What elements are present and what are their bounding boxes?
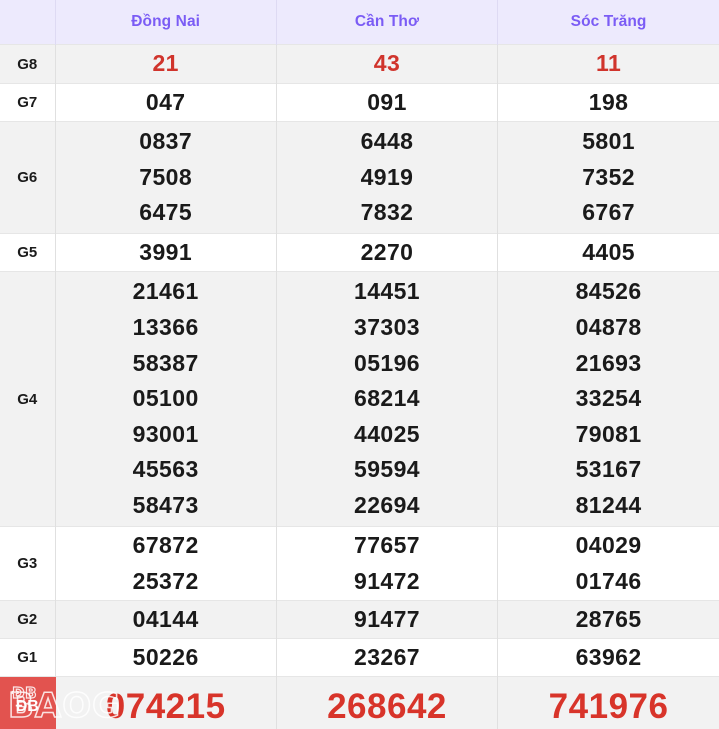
prize-value-g4-soc-trang: 84526 04878 21693 33254 79081 53167 8124… (497, 271, 719, 527)
prize-value-g3-soc-trang: 04029 01746 (497, 526, 719, 601)
prize-value-g8-dong-nai: 21 (55, 44, 277, 84)
table-row: G8 21 43 11 (0, 44, 719, 84)
prize-value-g5-can-tho: 2270 (276, 233, 499, 272)
table-header: Đồng Nai Cần Thơ Sóc Trăng (0, 0, 719, 45)
prize-label-g4: G4 (0, 271, 56, 527)
prize-number: 6475 (139, 199, 193, 226)
prize-number: 05196 (354, 349, 420, 376)
prize-value-g8-can-tho: 43 (276, 44, 499, 84)
table-row: G7 047 091 198 (0, 83, 719, 122)
prize-value-g1-can-tho: 23267 (276, 638, 499, 677)
prize-label-g7: G7 (0, 83, 56, 122)
prize-value-g2-dong-nai: 04144 (55, 600, 277, 639)
prize-value-db-soc-trang: 741976 (497, 676, 719, 729)
prize-value-g6-dong-nai: 0837 7508 6475 (55, 121, 277, 234)
prize-number: 4919 (360, 163, 414, 190)
prize-number: 5801 (582, 128, 635, 155)
prize-value-g1-soc-trang: 63962 (497, 638, 719, 677)
prize-value-g8-soc-trang: 11 (497, 44, 719, 84)
prize-value-g4-can-tho: 14451 37303 05196 68214 44025 59594 2269… (276, 271, 499, 527)
table-row: G6 0837 7508 6475 6448 4919 7832 5801 73… (0, 121, 719, 234)
prize-value-g7-soc-trang: 198 (497, 83, 719, 122)
prize-value-db-can-tho: 268642 (276, 676, 499, 729)
prize-number: 37303 (354, 313, 420, 340)
prize-number: 05100 (132, 385, 199, 412)
prize-value-g3-can-tho: 77657 91472 (276, 526, 499, 601)
table-row: G3 67872 25372 77657 91472 04029 01746 (0, 526, 719, 601)
prize-value-g3-dong-nai: 67872 25372 (55, 526, 277, 601)
prize-value-g6-can-tho: 6448 4919 7832 (276, 121, 499, 234)
prize-value-g5-dong-nai: 3991 (55, 233, 277, 272)
prize-number: 67872 (132, 531, 199, 558)
prize-number: 13366 (132, 313, 199, 340)
lottery-results-panel: Đồng Nai Cần Thơ Sóc Trăng G8 21 43 11 G… (0, 0, 719, 729)
header-province-dong-nai[interactable]: Đồng Nai (55, 0, 277, 45)
prize-value-g1-dong-nai: 50226 (55, 638, 277, 677)
prize-value-g7-can-tho: 091 (276, 83, 499, 122)
prize-number: 7832 (360, 199, 414, 226)
prize-number: 91472 (354, 567, 420, 594)
prize-number: 6767 (582, 199, 635, 226)
prize-number: 45563 (132, 456, 199, 483)
lottery-results-table: Đồng Nai Cần Thơ Sóc Trăng G8 21 43 11 G… (0, 0, 719, 729)
table-row: G1 50226 23267 63962 (0, 638, 719, 677)
prize-number: 53167 (575, 456, 642, 483)
prize-value-g6-soc-trang: 5801 7352 6767 (497, 121, 719, 234)
prize-number: 58387 (132, 349, 199, 376)
header-row: Đồng Nai Cần Thơ Sóc Trăng (0, 0, 719, 45)
prize-label-g1: G1 (0, 638, 56, 677)
prize-value-g2-can-tho: 91477 (276, 600, 499, 639)
prize-number: 04029 (575, 531, 642, 558)
prize-number: 14451 (354, 278, 420, 305)
prize-label-g6: G6 (0, 121, 56, 234)
prize-number: 21461 (132, 278, 199, 305)
prize-value-g7-dong-nai: 047 (55, 83, 277, 122)
prize-number: 33254 (575, 385, 642, 412)
prize-number: 21693 (575, 349, 642, 376)
table-row: G4 21461 13366 58387 05100 93001 45563 5… (0, 271, 719, 527)
prize-label-g2: G2 (0, 600, 56, 639)
prize-number: 44025 (354, 420, 420, 447)
prize-number: 6448 (360, 128, 414, 155)
prize-number: 58473 (132, 492, 199, 519)
prize-label-db: ĐB (0, 676, 56, 729)
header-prize-label-blank (0, 0, 56, 45)
prize-number: 22694 (354, 492, 420, 519)
prize-label-g5: G5 (0, 233, 56, 272)
table-row: G2 04144 91477 28765 (0, 600, 719, 639)
table-row: G5 3991 2270 4405 (0, 233, 719, 272)
prize-number: 93001 (132, 420, 199, 447)
header-province-soc-trang[interactable]: Sóc Trăng (497, 0, 719, 45)
prize-number: 0837 (139, 128, 193, 155)
prize-value-g2-soc-trang: 28765 (497, 600, 719, 639)
prize-number: 77657 (354, 531, 420, 558)
prize-label-g3: G3 (0, 526, 56, 601)
prize-number: 25372 (132, 567, 199, 594)
prize-number: 01746 (575, 567, 642, 594)
prize-number: 59594 (354, 456, 420, 483)
prize-value-g5-soc-trang: 4405 (497, 233, 719, 272)
prize-number: 7352 (582, 163, 635, 190)
prize-number: 84526 (575, 278, 642, 305)
prize-number: 79081 (575, 420, 642, 447)
prize-number: 7508 (139, 163, 193, 190)
prize-label-g8: G8 (0, 44, 56, 84)
table-row: ĐB 074215 268642 741976 (0, 676, 719, 729)
header-province-can-tho[interactable]: Cần Thơ (276, 0, 499, 45)
prize-number: 04878 (575, 313, 642, 340)
prize-value-db-dong-nai: 074215 (55, 676, 277, 729)
table-body: G8 21 43 11 G7 047 091 198 G6 0837 7508 … (0, 44, 719, 729)
prize-number: 68214 (354, 385, 420, 412)
prize-number: 81244 (575, 492, 642, 519)
prize-value-g4-dong-nai: 21461 13366 58387 05100 93001 45563 5847… (55, 271, 277, 527)
